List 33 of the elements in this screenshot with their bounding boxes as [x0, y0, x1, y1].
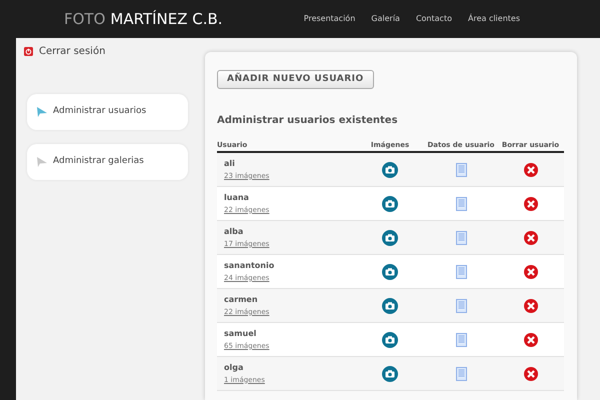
- nav-link[interactable]: Presentación: [304, 13, 356, 25]
- delete-icon[interactable]: [524, 366, 538, 381]
- username: alba: [224, 226, 244, 237]
- camera-icon[interactable]: [382, 162, 398, 178]
- sidebar-item[interactable]: Administrar usuarios: [27, 94, 188, 130]
- username: samuel: [224, 328, 256, 339]
- delete-icon[interactable]: [524, 162, 538, 177]
- add-user-button[interactable]: AÑADIR NUEVO USUARIO: [217, 70, 374, 90]
- delete-icon[interactable]: [524, 264, 538, 279]
- section-title: Administrar usuarios existentes: [217, 115, 399, 128]
- logout-link[interactable]: Cerrar sesión: [39, 44, 106, 59]
- sidebar-item[interactable]: Administrar galerias: [27, 144, 188, 180]
- nav-link[interactable]: Contacto: [416, 13, 452, 25]
- username: olga: [224, 362, 244, 373]
- delete-icon[interactable]: [524, 298, 538, 313]
- camera-icon[interactable]: [382, 366, 398, 382]
- username: ali: [224, 158, 235, 169]
- username: carmen: [224, 294, 258, 305]
- power-icon[interactable]: [24, 47, 33, 56]
- username: sanantonio: [224, 260, 274, 271]
- nav-link[interactable]: Área clientes: [468, 13, 520, 25]
- delete-icon[interactable]: [524, 230, 538, 245]
- delete-icon[interactable]: [524, 332, 538, 347]
- camera-icon[interactable]: [382, 298, 398, 314]
- logo-text: MARTÍNEZ C.B.: [110, 8, 223, 30]
- username: luana: [224, 192, 249, 203]
- camera-icon[interactable]: [382, 196, 398, 212]
- nav-link[interactable]: Galería: [371, 13, 400, 25]
- camera-icon[interactable]: [382, 332, 398, 348]
- logo-text: FOTO: [64, 8, 106, 30]
- camera-icon[interactable]: [382, 264, 398, 280]
- delete-icon[interactable]: [524, 196, 538, 211]
- camera-icon[interactable]: [382, 230, 398, 246]
